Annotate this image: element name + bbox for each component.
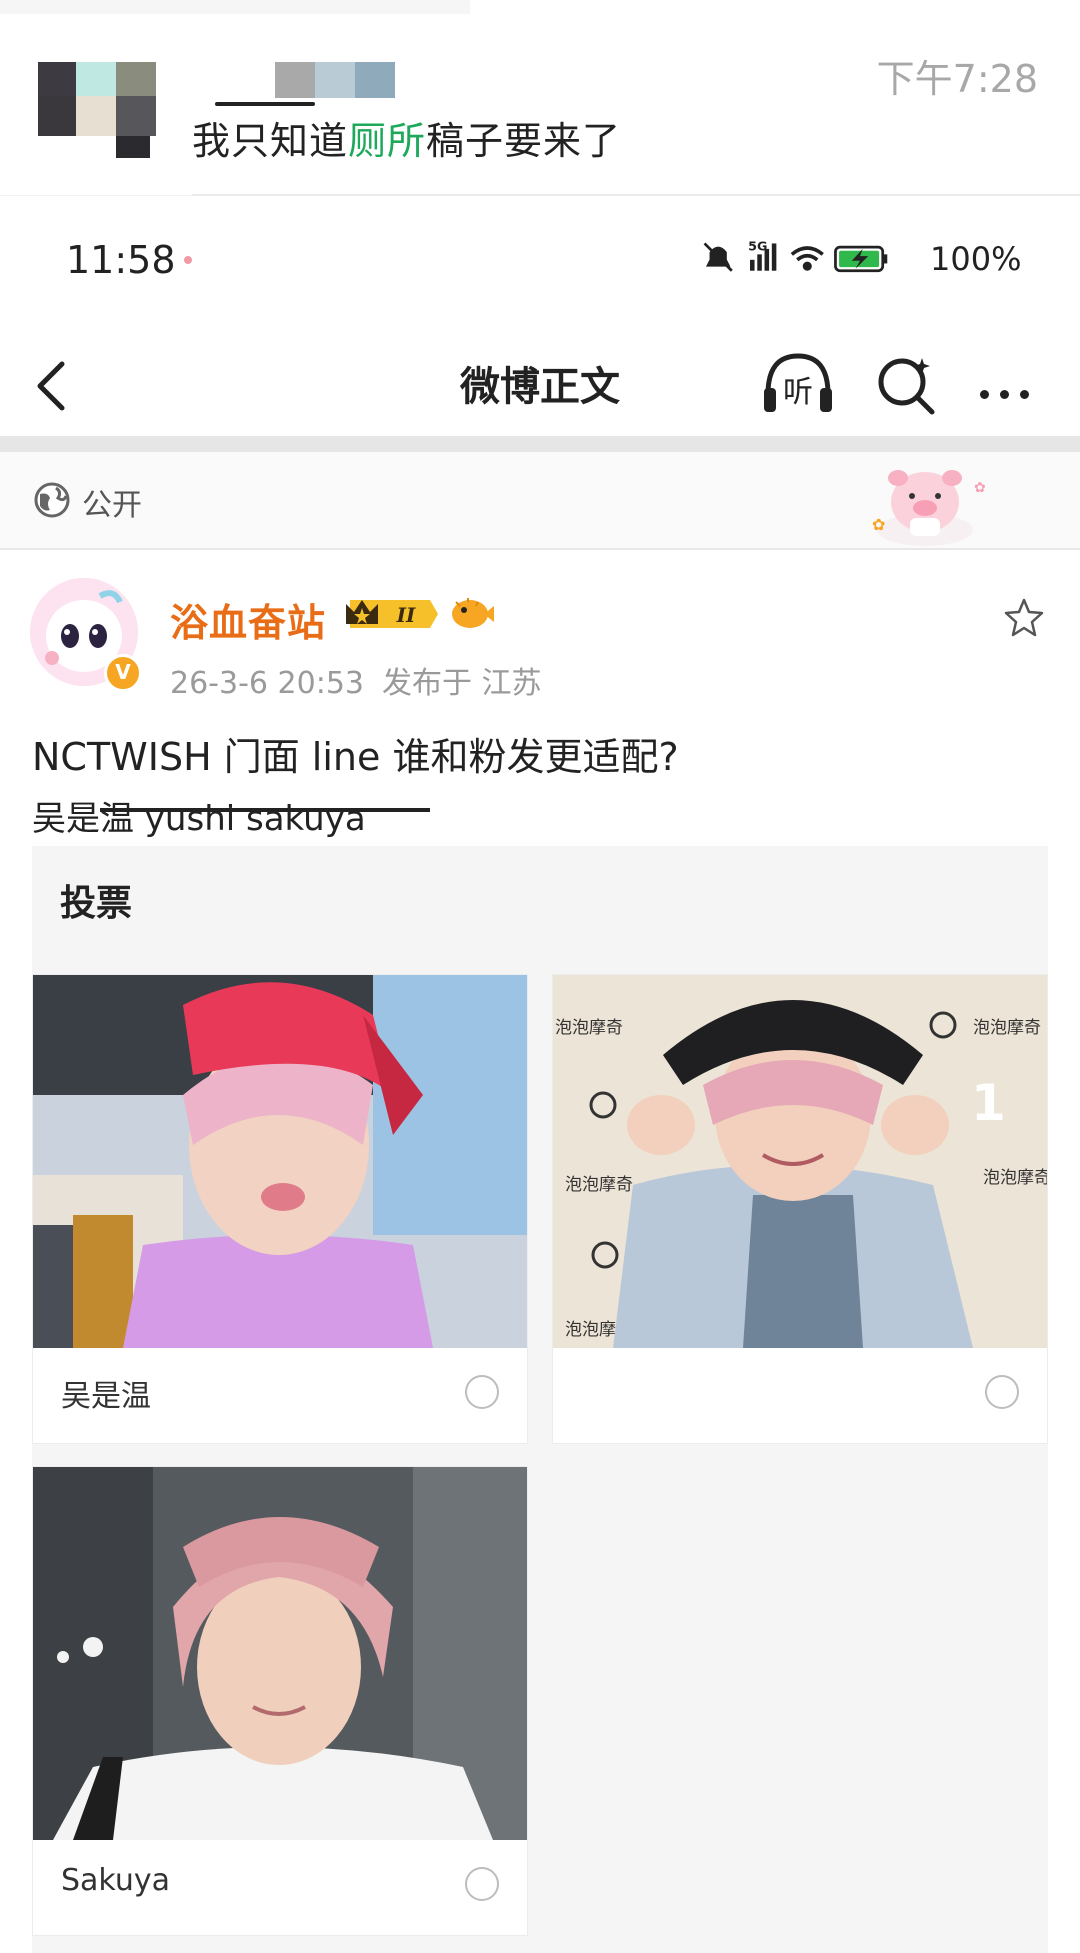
vote-option-1-radio[interactable]: [465, 1375, 499, 1409]
vote-option-3-label: Sakuya: [61, 1863, 171, 1898]
pig-sticker-icon: ✿ ✿: [872, 470, 986, 546]
photo-pink-cap-person: [33, 975, 527, 1348]
notification-dot-icon: [184, 256, 192, 264]
chat-message-prefix: 我只知道: [192, 119, 349, 163]
listen-headphones-icon[interactable]: 听: [760, 350, 836, 420]
post-body: NCTWISH 门面 line 谁和粉发更适配? 吴是温 yushi sakuy…: [32, 726, 679, 850]
background-text: 1: [971, 1074, 1006, 1132]
post-text-line-1: NCTWISH 门面 line 谁和粉发更适配?: [32, 735, 679, 779]
weibo-post: V 浴血奋站 II 26-3-6 20:53 发布于 江苏 NCTWISH 门面 …: [0, 550, 1080, 1953]
vote-option-1[interactable]: 吴是温: [32, 974, 528, 1444]
post-location: 发布于 江苏: [382, 666, 542, 701]
vote-option-2-photo: 泡泡摩奇 泡泡摩奇 泡泡摩奇 泡泡摩奇 泡泡摩奇 1: [553, 975, 1047, 1348]
nav-bar: 微博正文 听: [0, 314, 1080, 436]
mute-bell-icon: [703, 242, 733, 272]
wifi-icon: [790, 246, 824, 271]
status-icons: 5G: [703, 239, 888, 273]
chat-timestamp: 下午7:28: [876, 57, 1038, 101]
status-bar: 11:58 5G 100%: [0, 196, 1080, 314]
listen-label: 听: [783, 375, 813, 410]
search-icon[interactable]: [876, 354, 938, 416]
chat-message-row: 我只知道厕所稿子要来了 下午7:28: [0, 0, 1080, 196]
chat-avatar-pixelated[interactable]: [38, 62, 156, 158]
vote-option-3[interactable]: Sakuya: [32, 1466, 528, 1936]
post-date: 26-3-6 20:53: [170, 666, 364, 701]
chat-message-text: 我只知道厕所稿子要来了: [192, 110, 621, 165]
background-text: 泡泡摩奇: [973, 1018, 1041, 1038]
vote-card: 投票 吴是温 泡泡摩奇 泡泡摩奇 泡泡摩奇 泡泡摩奇 泡泡摩奇 1 Sakuya: [32, 846, 1048, 1953]
chat-name-underline: [215, 102, 315, 106]
section-gap: [0, 436, 1080, 452]
photo-pink-hair-person: [33, 1467, 527, 1840]
chat-message-suffix: 稿子要来了: [426, 119, 622, 163]
post-text-line-2: 吴是温 yushi sakuya: [32, 799, 366, 839]
post-meta: 26-3-6 20:53 发布于 江苏: [170, 658, 560, 702]
svg-text:✿: ✿: [974, 480, 986, 496]
globe-icon: [34, 482, 70, 518]
battery-percent: 100%: [930, 240, 1022, 278]
favorite-star-icon[interactable]: [1002, 596, 1046, 640]
level-badge-text: II: [396, 603, 416, 627]
vote-title: 投票: [60, 883, 133, 924]
chat-top-divider: [0, 0, 470, 14]
status-time: 11:58: [66, 238, 176, 282]
vote-option-1-label: 吴是温: [61, 1379, 151, 1414]
crown-level-badge-icon[interactable]: II: [340, 594, 440, 634]
verified-badge-icon: V: [104, 654, 142, 692]
background-text: 泡泡摩奇: [565, 1175, 633, 1195]
vote-option-3-photo: [33, 1467, 527, 1840]
vote-option-2-radio[interactable]: [985, 1375, 1019, 1409]
vote-option-2[interactable]: 泡泡摩奇 泡泡摩奇 泡泡摩奇 泡泡摩奇 泡泡摩奇 1: [552, 974, 1048, 1444]
photo-beanie-person: 泡泡摩奇 泡泡摩奇 泡泡摩奇 泡泡摩奇 泡泡摩奇 1: [553, 975, 1047, 1348]
more-options-icon[interactable]: [980, 384, 1040, 403]
censor-strike-line: [100, 808, 430, 812]
vote-option-3-radio[interactable]: [465, 1867, 499, 1901]
battery-charging-icon: [834, 245, 888, 273]
vote-option-1-photo: [33, 975, 527, 1348]
author-name[interactable]: 浴血奋站: [170, 592, 326, 647]
svg-text:✿: ✿: [872, 515, 885, 534]
chat-message-highlight[interactable]: 厕所: [348, 119, 426, 163]
visibility-bar: 公开 ✿ ✿: [0, 452, 1080, 550]
pufferfish-badge-icon[interactable]: [448, 592, 494, 632]
background-text: 泡泡摩奇: [555, 1018, 623, 1038]
chat-sender-name-pixelated: [275, 62, 395, 98]
visibility-label: 公开: [82, 488, 142, 523]
background-text: 泡泡摩奇: [983, 1168, 1047, 1188]
